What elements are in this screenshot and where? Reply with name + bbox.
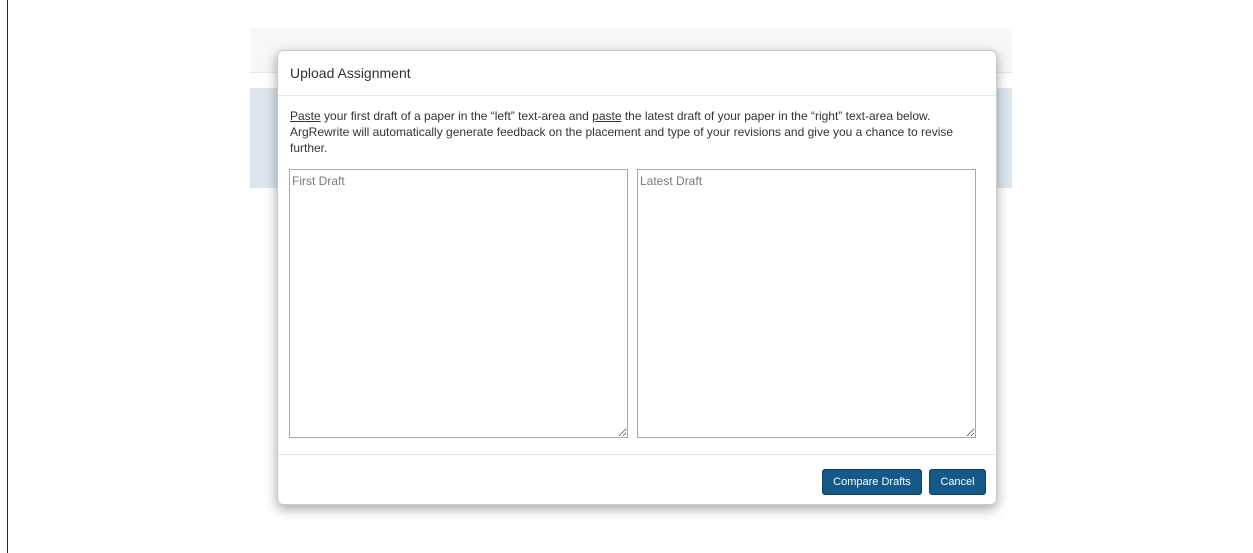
- instructions-paste-first: Paste: [290, 109, 321, 123]
- dialog-footer: Compare Drafts Cancel: [278, 454, 996, 505]
- dialog-title: Upload Assignment: [290, 65, 411, 81]
- dialog-body: Paste your first draft of a paper in the…: [278, 96, 996, 454]
- instructions-paste-second: paste: [592, 109, 622, 123]
- upload-assignment-dialog: Upload Assignment Paste your first draft…: [277, 50, 997, 505]
- latest-draft-textarea[interactable]: [637, 169, 976, 438]
- instructions-segment-1: your first draft of a paper in the “left…: [320, 109, 593, 123]
- dialog-header: Upload Assignment: [278, 51, 996, 96]
- first-draft-textarea[interactable]: [289, 169, 628, 438]
- instructions-text: Paste your first draft of a paper in the…: [290, 108, 990, 156]
- compare-drafts-button[interactable]: Compare Drafts: [822, 469, 922, 495]
- cancel-button[interactable]: Cancel: [929, 469, 986, 495]
